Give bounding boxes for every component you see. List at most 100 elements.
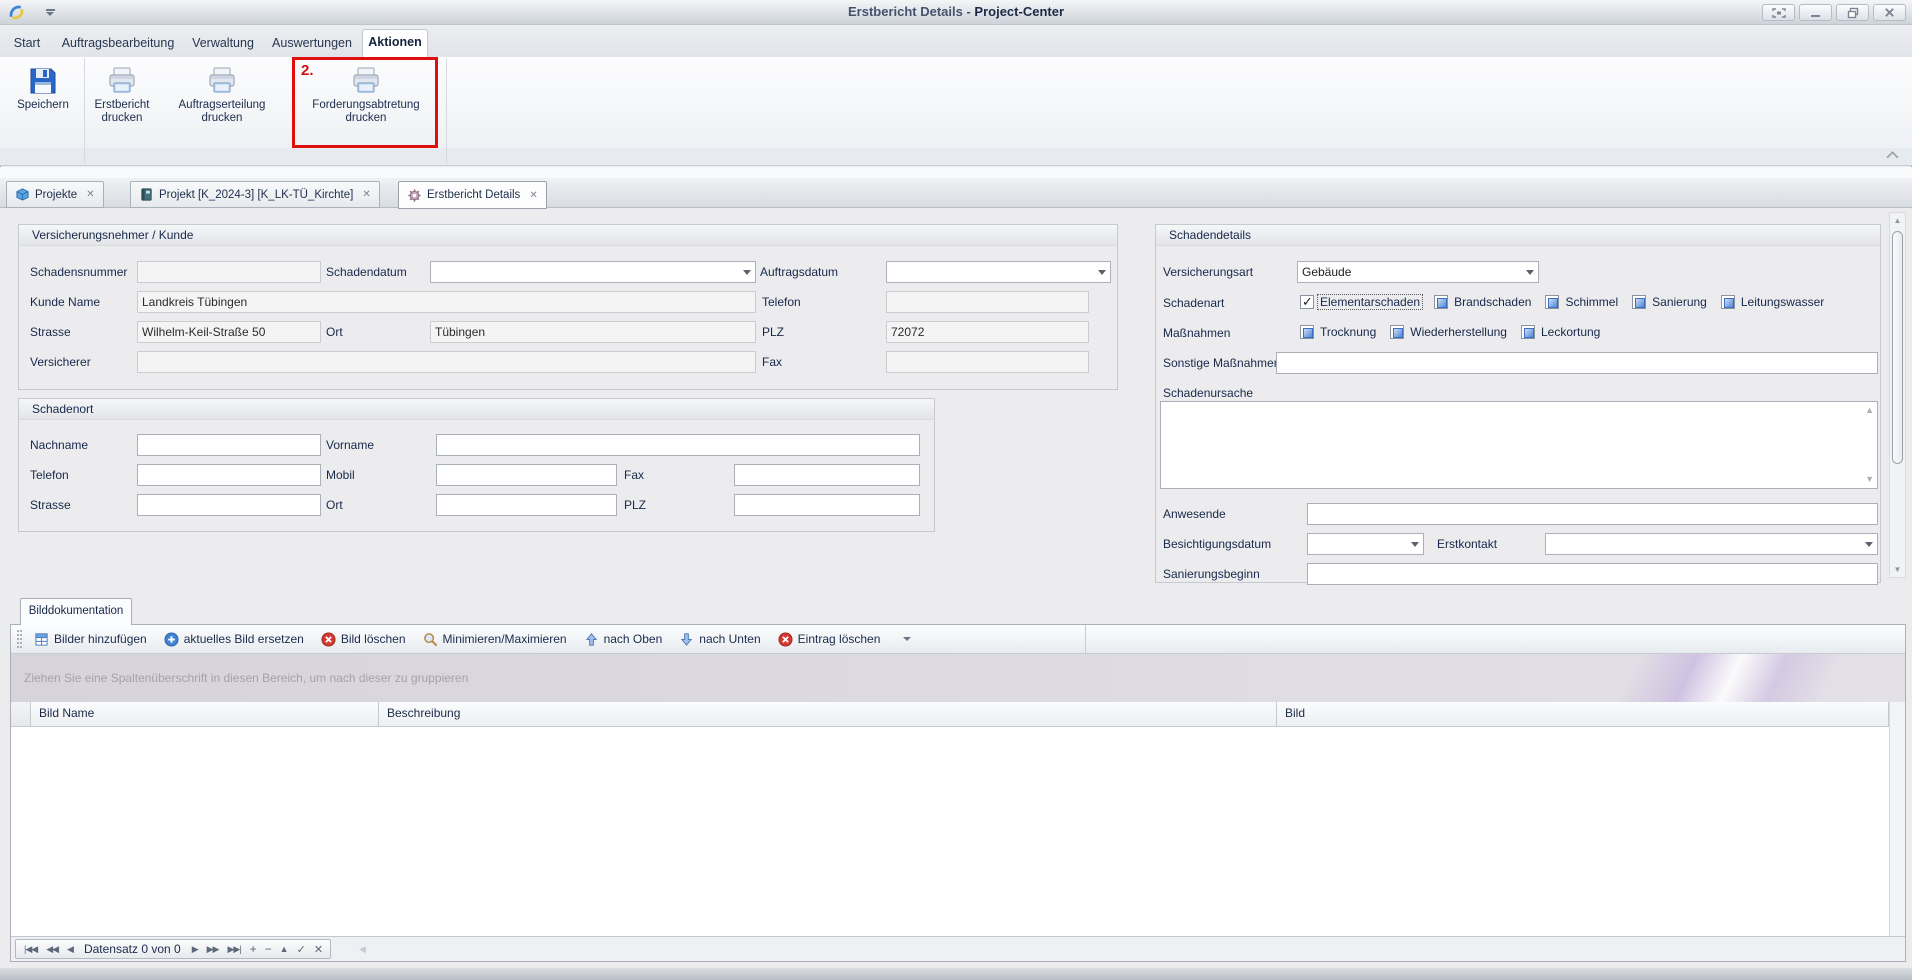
delete-image-button[interactable]: Bild löschen: [321, 632, 406, 647]
nav-next-page-button[interactable]: ▶▶: [207, 944, 219, 955]
checkbox-checked-icon[interactable]: [1300, 295, 1314, 309]
vorname-input[interactable]: [436, 434, 920, 456]
ort-plz-input[interactable]: [734, 494, 920, 516]
versicherungsart-combo[interactable]: [1297, 261, 1539, 283]
nav-add-button[interactable]: +: [250, 942, 256, 956]
ribbon-tab-verwaltung[interactable]: Verwaltung: [186, 31, 260, 57]
versicherer-input[interactable]: [137, 351, 756, 373]
checkbox-indeterminate-icon[interactable]: [1434, 295, 1448, 309]
checkbox-sanierung[interactable]: Sanierung: [1632, 295, 1709, 309]
dropdown-arrow-icon[interactable]: [738, 262, 755, 282]
anwesende-input[interactable]: [1307, 503, 1878, 525]
checkbox-indeterminate-icon[interactable]: [1545, 295, 1559, 309]
nav-next-button[interactable]: ▶: [192, 944, 198, 955]
strasse-input[interactable]: [137, 321, 321, 343]
replace-image-button[interactable]: aktuelles Bild ersetzen: [164, 632, 304, 647]
save-button[interactable]: Speichern: [8, 60, 78, 146]
column-header-beschreibung[interactable]: Beschreibung: [379, 702, 1277, 726]
checkbox-trocknung[interactable]: Trocknung: [1300, 325, 1378, 339]
nav-prev-button[interactable]: ◀: [67, 944, 73, 955]
mobil-input[interactable]: [436, 464, 617, 486]
checkbox-wiederherstellung[interactable]: Wiederherstellung: [1390, 325, 1509, 339]
ribbon-tab-auswertungen[interactable]: Auswertungen: [266, 31, 358, 57]
erstkontakt-input[interactable]: [1546, 534, 1860, 554]
fit-window-button[interactable]: [1762, 4, 1795, 21]
checkbox-indeterminate-icon[interactable]: [1632, 295, 1646, 309]
restore-button[interactable]: [1836, 4, 1869, 21]
tab-close-icon[interactable]: ✕: [529, 190, 537, 201]
kunde-name-input[interactable]: [137, 291, 756, 313]
ribbon-tab-aktionen[interactable]: Aktionen: [362, 29, 428, 57]
nav-post-button[interactable]: ✓: [297, 943, 305, 956]
move-down-button[interactable]: nach Unten: [679, 632, 760, 647]
memo-scroll-down-icon[interactable]: ▼: [1865, 475, 1874, 484]
minimize-button[interactable]: [1799, 4, 1832, 21]
erstkontakt-combo[interactable]: [1545, 533, 1878, 555]
ort-ort-input[interactable]: [436, 494, 617, 516]
print-erstbericht-button[interactable]: Erstbericht drucken: [88, 60, 156, 146]
checkbox-brandschaden[interactable]: Brandschaden: [1434, 295, 1533, 309]
ribbon-tab-auftragsbearbeitung[interactable]: Auftragsbearbeitung: [56, 31, 180, 57]
form-vertical-scrollbar[interactable]: ▲ ▼: [1889, 212, 1906, 578]
dropdown-arrow-icon[interactable]: [1093, 262, 1110, 282]
telefon-input[interactable]: [886, 291, 1089, 313]
scroll-down-icon[interactable]: ▼: [1890, 565, 1905, 574]
minimize-maximize-button[interactable]: Minimieren/Maximieren: [423, 632, 567, 647]
checkbox-indeterminate-icon[interactable]: [1521, 325, 1535, 339]
checkbox-indeterminate-icon[interactable]: [1300, 325, 1314, 339]
checkbox-elementarschaden[interactable]: Elementarschaden: [1300, 295, 1422, 309]
column-header-bild[interactable]: Bild: [1277, 702, 1889, 726]
toolbar-overflow-icon[interactable]: [899, 629, 915, 649]
checkbox-indeterminate-icon[interactable]: [1721, 295, 1735, 309]
grid-vertical-scrollbar[interactable]: [1889, 702, 1905, 936]
checkbox-indeterminate-icon[interactable]: [1390, 325, 1404, 339]
hscroll-left-icon[interactable]: ◀: [359, 944, 366, 955]
tab-bilddokumentation[interactable]: Bilddokumentation: [20, 598, 132, 625]
ribbon-tab-start[interactable]: Start: [4, 31, 50, 57]
nav-remove-button[interactable]: −: [265, 942, 271, 956]
grid-empty-viewport[interactable]: [11, 727, 1889, 936]
ort-fax-input[interactable]: [734, 464, 920, 486]
checkbox-leitungswasser[interactable]: Leitungswasser: [1721, 295, 1826, 309]
memo-scroll-up-icon[interactable]: ▲: [1865, 406, 1874, 415]
ort-input[interactable]: [430, 321, 756, 343]
doc-tab-projekt-k2024[interactable]: Projekt [K_2024-3] [K_LK-TÜ_Kirchte] ✕: [130, 181, 380, 208]
ort-strasse-input[interactable]: [137, 494, 321, 516]
auftragsdatum-combo[interactable]: [886, 261, 1111, 283]
checkbox-schimmel[interactable]: Schimmel: [1545, 295, 1620, 309]
schadenursache-memo[interactable]: ▲ ▼: [1160, 401, 1878, 489]
schadendatum-input[interactable]: [431, 262, 738, 282]
plz-input[interactable]: [886, 321, 1089, 343]
delete-entry-button[interactable]: Eintrag löschen: [778, 632, 881, 647]
besichtigungsdatum-combo[interactable]: [1307, 533, 1424, 555]
ribbon-collapse-icon[interactable]: [1886, 151, 1900, 161]
schadendatum-combo[interactable]: [430, 261, 756, 283]
tab-close-icon[interactable]: ✕: [362, 189, 370, 200]
nachname-input[interactable]: [137, 434, 321, 456]
schadenursache-textarea[interactable]: [1161, 402, 1877, 488]
checkbox-leckortung[interactable]: Leckortung: [1521, 325, 1602, 339]
doc-tab-erstbericht-details[interactable]: Erstbericht Details ✕: [398, 181, 547, 209]
versicherungsart-input[interactable]: [1298, 262, 1521, 282]
add-images-button[interactable]: Bilder hinzufügen: [34, 632, 147, 647]
fax-input[interactable]: [886, 351, 1089, 373]
schadensnummer-input[interactable]: [137, 261, 321, 283]
print-auftragserteilung-button[interactable]: Auftragserteilung drucken: [158, 60, 286, 146]
nav-prev-page-button[interactable]: ◀◀: [46, 944, 58, 955]
nav-first-button[interactable]: |◀◀: [24, 944, 37, 955]
sanierungsbeginn-input[interactable]: [1307, 563, 1878, 585]
move-up-button[interactable]: nach Oben: [584, 632, 663, 647]
scroll-up-icon[interactable]: ▲: [1890, 216, 1905, 225]
toolbar-grip-handle[interactable]: [17, 630, 22, 648]
dropdown-arrow-icon[interactable]: [1521, 262, 1538, 282]
scrollbar-thumb[interactable]: [1892, 231, 1903, 464]
besichtigungsdatum-input[interactable]: [1308, 534, 1406, 554]
nav-edit-button[interactable]: ▲: [280, 944, 288, 954]
nav-last-button[interactable]: ▶▶|: [227, 944, 240, 955]
nav-cancel-button[interactable]: ✕: [314, 943, 322, 956]
ort-telefon-input[interactable]: [137, 464, 321, 486]
column-header-bild-name[interactable]: Bild Name: [31, 702, 379, 726]
doc-tab-projekte[interactable]: Projekte ✕: [6, 181, 104, 208]
sonstige-massnahmen-input[interactable]: [1276, 352, 1878, 374]
auftragsdatum-input[interactable]: [887, 262, 1093, 282]
